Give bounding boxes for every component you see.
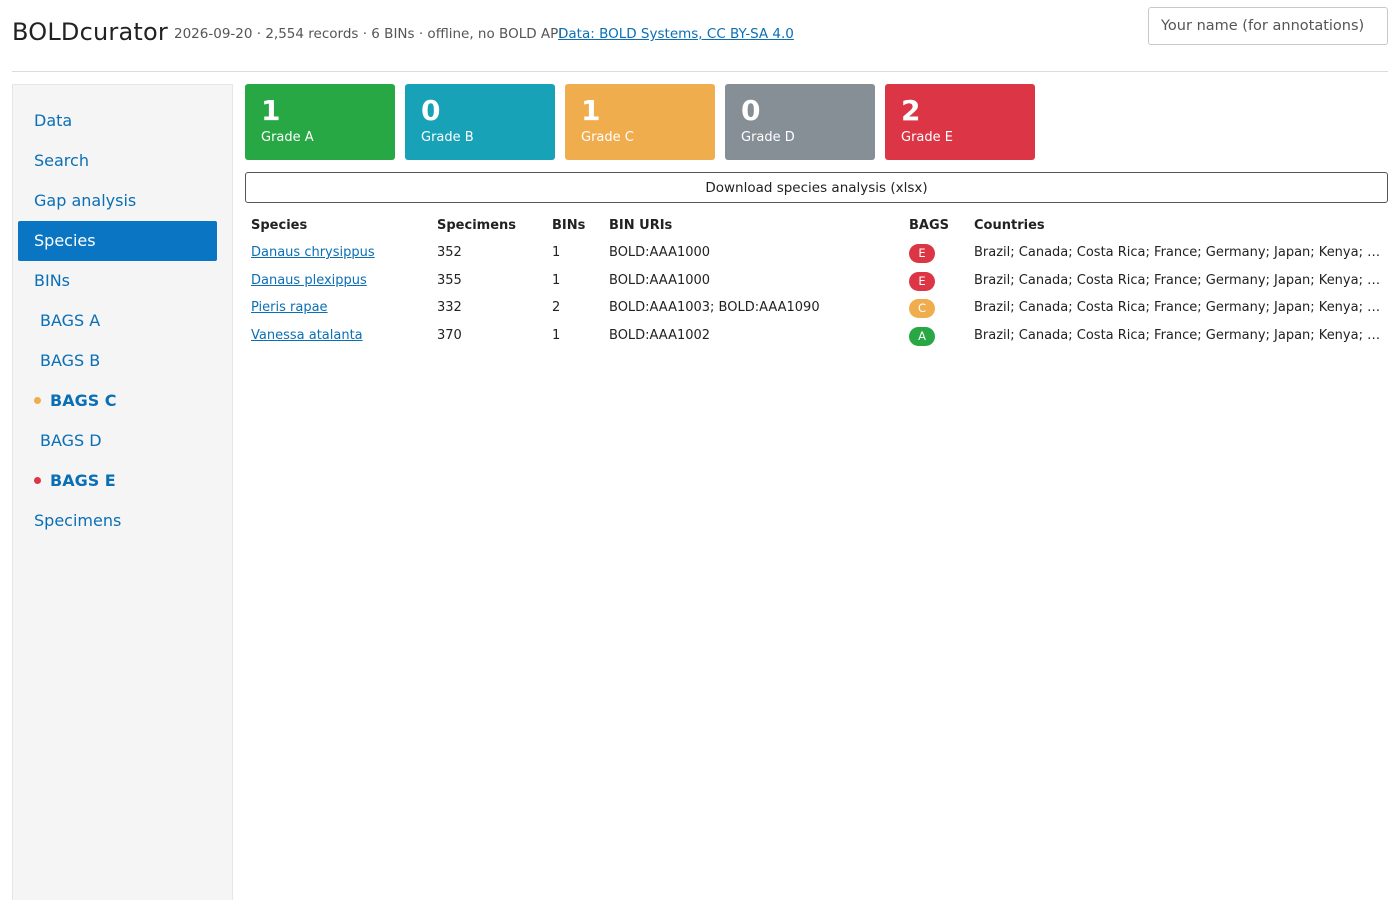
grade-label: Grade A <box>261 130 314 145</box>
sidebar-item-label: Data <box>34 111 73 130</box>
specimens-cell: 352 <box>437 245 462 261</box>
grade-count: 1 <box>581 94 601 127</box>
grade-count: 1 <box>261 94 281 127</box>
sidebar-item-bags-a[interactable]: BAGS A <box>18 301 217 341</box>
grade-d-card: 0 Grade D <box>725 84 875 160</box>
table-row: Danaus plexippus 355 1 BOLD:AAA1000 E Br… <box>245 267 1388 295</box>
countries-cell: Brazil; Canada; Costa Rica; France; Germ… <box>974 272 1388 288</box>
annotator-name-input[interactable] <box>1148 7 1388 45</box>
sidebar-item-label: Search <box>34 151 89 170</box>
bins-cell: 1 <box>552 245 561 261</box>
app-header: BOLDcurator 2026-09-20 · 2,554 records ·… <box>12 0 1388 72</box>
bins-cell: 2 <box>552 300 561 316</box>
species-link[interactable]: Danaus plexippus <box>251 273 367 288</box>
warning-dot-icon <box>34 397 41 404</box>
table-header-row: Species Specimens BINs BIN URIs BAGS Cou… <box>245 212 1388 239</box>
table-row: Danaus chrysippus 352 1 BOLD:AAA1000 E B… <box>245 239 1388 267</box>
sidebar-item-label: BAGS D <box>40 431 102 450</box>
countries-cell: Brazil; Canada; Costa Rica; France; Germ… <box>974 245 1388 261</box>
specimens-cell: 370 <box>437 327 462 343</box>
sidebar-item-label: Specimens <box>34 511 122 530</box>
bags-grade-badge: E <box>909 244 935 264</box>
sidebar-item-specimens[interactable]: Specimens <box>18 501 217 541</box>
grade-count: 0 <box>741 94 761 127</box>
app-title: BOLDcurator <box>12 18 168 46</box>
grade-label: Grade D <box>741 130 795 145</box>
sidebar-item-search[interactable]: Search <box>18 141 217 181</box>
bins-cell: 1 <box>552 327 561 343</box>
sidebar-item-bags-c[interactable]: BAGS C <box>18 381 217 421</box>
specimens-cell: 332 <box>437 300 462 316</box>
bins-cell: 1 <box>552 272 561 288</box>
column-header-bin-uris[interactable]: BIN URIs <box>603 212 903 239</box>
download-species-analysis-button[interactable]: Download species analysis (xlsx) <box>245 172 1388 203</box>
grade-count: 2 <box>901 94 921 127</box>
sidebar-item-bags-b[interactable]: BAGS B <box>18 341 217 381</box>
grade-label: Grade E <box>901 130 953 145</box>
grade-a-card: 1 Grade A <box>245 84 395 160</box>
countries-cell: Brazil; Canada; Costa Rica; France; Germ… <box>974 300 1388 316</box>
grade-c-card: 1 Grade C <box>565 84 715 160</box>
species-table: Species Specimens BINs BIN URIs BAGS Cou… <box>245 212 1388 349</box>
bags-grade-badge: E <box>909 271 935 291</box>
sidebar-item-label: Species <box>34 231 96 250</box>
bin-uris-cell: BOLD:AAA1003; BOLD:AAA1090 <box>609 300 820 316</box>
sidebar-item-label: BAGS B <box>40 351 101 370</box>
sidebar-item-gap-analysis[interactable]: Gap analysis <box>18 181 217 221</box>
dataset-meta: 2026-09-20 · 2,554 records · 6 BINs · of… <box>174 26 563 42</box>
sidebar-item-species[interactable]: Species <box>18 221 217 261</box>
column-header-species[interactable]: Species <box>245 212 431 239</box>
alert-dot-icon <box>34 477 41 484</box>
data-license-link[interactable]: Data: BOLD Systems, CC BY-SA 4.0 <box>558 26 794 42</box>
countries-cell: Brazil; Canada; Costa Rica; France; Germ… <box>974 327 1388 343</box>
sidebar-item-data[interactable]: Data <box>18 101 217 141</box>
column-header-bags[interactable]: BAGS <box>903 212 968 239</box>
specimens-cell: 355 <box>437 272 462 288</box>
grade-label: Grade C <box>581 130 634 145</box>
species-link[interactable]: Pieris rapae <box>251 300 328 315</box>
grade-count: 0 <box>421 94 441 127</box>
table-row: Vanessa atalanta 370 1 BOLD:AAA1002 A Br… <box>245 322 1388 350</box>
bags-grade-badge: A <box>909 326 935 346</box>
grade-e-card: 2 Grade E <box>885 84 1035 160</box>
column-header-bins[interactable]: BINs <box>546 212 603 239</box>
sidebar-item-label: BAGS E <box>50 471 116 490</box>
species-link[interactable]: Vanessa atalanta <box>251 328 363 343</box>
grade-b-card: 0 Grade B <box>405 84 555 160</box>
bags-grade-badge: C <box>909 299 935 319</box>
sidebar-nav: Data Search Gap analysis Species BINs BA… <box>12 84 233 900</box>
sidebar-item-label: BAGS C <box>50 391 117 410</box>
bin-uris-cell: BOLD:AAA1000 <box>609 272 711 288</box>
column-header-specimens[interactable]: Specimens <box>431 212 546 239</box>
bin-uris-cell: BOLD:AAA1002 <box>609 327 711 343</box>
species-link[interactable]: Danaus chrysippus <box>251 245 375 260</box>
grade-label: Grade B <box>421 130 474 145</box>
sidebar-item-label: Gap analysis <box>34 191 137 210</box>
sidebar-item-bags-d[interactable]: BAGS D <box>18 421 217 461</box>
sidebar-item-bins[interactable]: BINs <box>18 261 217 301</box>
bin-uris-cell: BOLD:AAA1000 <box>609 245 711 261</box>
table-row: Pieris rapae 332 2 BOLD:AAA1003; BOLD:AA… <box>245 294 1388 322</box>
column-header-countries[interactable]: Countries <box>968 212 1388 239</box>
sidebar-item-label: BAGS A <box>40 311 101 330</box>
sidebar-item-label: BINs <box>34 271 70 290</box>
sidebar-item-bags-e[interactable]: BAGS E <box>18 461 217 501</box>
